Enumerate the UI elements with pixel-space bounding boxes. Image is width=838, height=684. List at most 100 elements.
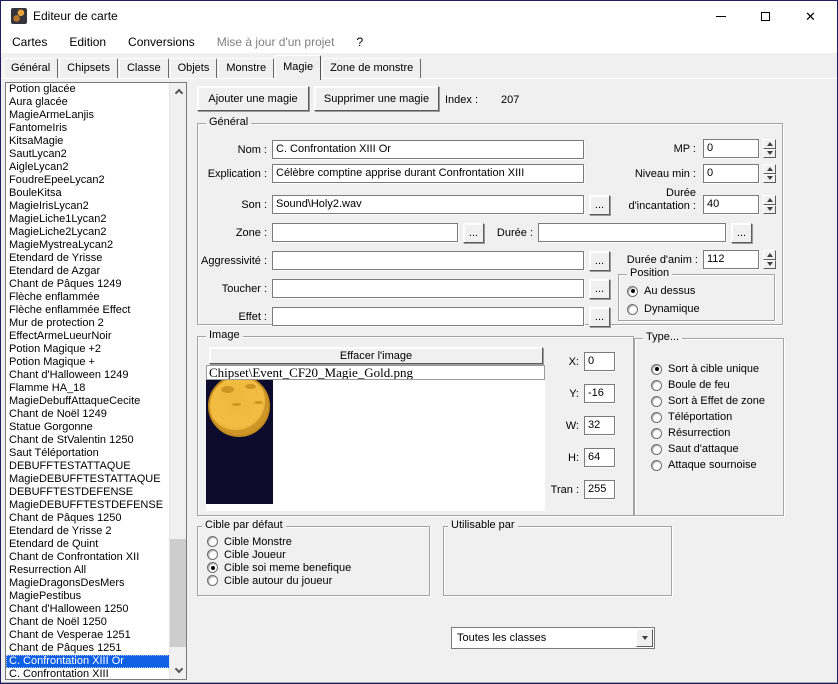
- list-item[interactable]: MagieDEBUFFTESTATTAQUE: [6, 473, 186, 486]
- dropdown-button[interactable]: [636, 629, 653, 647]
- radio-option[interactable]: Boule de feu: [651, 377, 765, 393]
- menu-item[interactable]: Cartes: [1, 33, 58, 51]
- list-item[interactable]: Chant de Pâques 1250: [6, 512, 186, 525]
- tab-classe[interactable]: Classe: [119, 58, 169, 78]
- list-item[interactable]: SautLycan2: [6, 148, 186, 161]
- spinner-up-button[interactable]: [763, 250, 776, 260]
- list-item[interactable]: Potion Magique +: [6, 356, 186, 369]
- list-item[interactable]: Flèche enflammée: [6, 291, 186, 304]
- effet-browse-button[interactable]: ...: [589, 307, 610, 327]
- spinner-up-button[interactable]: [763, 195, 776, 205]
- clear-image-button[interactable]: Effacer l'image: [209, 347, 543, 364]
- toucher-input[interactable]: [272, 279, 584, 298]
- list-item[interactable]: DEBUFFTESTATTAQUE: [6, 460, 186, 473]
- x-input[interactable]: 0: [584, 352, 615, 371]
- radio-option[interactable]: Sort à Effet de zone: [651, 393, 765, 409]
- radio-option[interactable]: Attaque sournoise: [651, 457, 765, 473]
- list-item[interactable]: DEBUFFTESTDEFENSE: [6, 486, 186, 499]
- scroll-up-button[interactable]: [170, 83, 187, 100]
- list-item[interactable]: Etendard de Yrisse 2: [6, 525, 186, 538]
- niveau-min-input[interactable]: 0: [703, 164, 759, 183]
- image-filename[interactable]: Chipset\Event_CF20_Magie_Gold.png: [206, 365, 545, 380]
- y-input[interactable]: -16: [584, 384, 615, 403]
- spinner-up-button[interactable]: [763, 164, 776, 174]
- tab-g-n-ral[interactable]: Général: [3, 58, 58, 78]
- delete-magic-button[interactable]: Supprimer une magie: [314, 86, 439, 111]
- radio-option[interactable]: Résurrection: [651, 425, 765, 441]
- spell-list[interactable]: Potion glacéeAura glacéeMagieArmeLanjisF…: [5, 82, 187, 680]
- list-item[interactable]: MagiePestibus: [6, 590, 186, 603]
- spinner-up-button[interactable]: [763, 139, 776, 149]
- spinner-down-button[interactable]: [763, 260, 776, 270]
- list-item[interactable]: KitsaMagie: [6, 135, 186, 148]
- radio-option[interactable]: Téléportation: [651, 409, 765, 425]
- list-item[interactable]: MagieDragonsDesMers: [6, 577, 186, 590]
- list-item[interactable]: Chant de Pâques 1251: [6, 642, 186, 655]
- list-item[interactable]: MagieMystreaLycan2: [6, 239, 186, 252]
- list-item[interactable]: FantomeIris: [6, 122, 186, 135]
- spinner-down-button[interactable]: [763, 205, 776, 215]
- list-item[interactable]: Chant de Noël 1249: [6, 408, 186, 421]
- list-item[interactable]: Chant de Vesperae 1251: [6, 629, 186, 642]
- list-item[interactable]: Flamme HA_18: [6, 382, 186, 395]
- duree-input[interactable]: [538, 223, 726, 242]
- list-item[interactable]: MagieLiche1Lycan2: [6, 213, 186, 226]
- list-item[interactable]: MagieArmeLanjis: [6, 109, 186, 122]
- duree-anim-input[interactable]: 112: [703, 250, 759, 269]
- mp-input[interactable]: 0: [703, 139, 759, 158]
- tab-zone-de-monstre[interactable]: Zone de monstre: [322, 58, 421, 78]
- list-item[interactable]: Flèche enflammée Effect: [6, 304, 186, 317]
- radio-option[interactable]: Dynamique: [627, 300, 700, 318]
- tab-chipsets[interactable]: Chipsets: [59, 58, 118, 78]
- explication-input[interactable]: Célèbre comptine apprise durant Confront…: [272, 164, 584, 183]
- nom-input[interactable]: C. Confrontation XIII Or: [272, 140, 584, 159]
- list-item[interactable]: Mur de protection 2: [6, 317, 186, 330]
- list-item[interactable]: MagieLiche2Lycan2: [6, 226, 186, 239]
- zone-browse-button[interactable]: ...: [463, 223, 484, 243]
- list-item[interactable]: Chant d'Halloween 1249: [6, 369, 186, 382]
- menu-item[interactable]: Edition: [58, 33, 117, 51]
- radio-option[interactable]: Sort à cible unique: [651, 361, 765, 377]
- list-item[interactable]: FoudreEpeeLycan2: [6, 174, 186, 187]
- list-item[interactable]: Aura glacée: [6, 96, 186, 109]
- list-item[interactable]: Potion glacée: [6, 83, 186, 96]
- scroll-down-button[interactable]: [170, 662, 187, 679]
- list-item[interactable]: Statue Gorgonne: [6, 421, 186, 434]
- list-item[interactable]: Potion Magique +2: [6, 343, 186, 356]
- list-item[interactable]: EffectArmeLueurNoir: [6, 330, 186, 343]
- h-input[interactable]: 64: [584, 448, 615, 467]
- tran-input[interactable]: 255: [584, 480, 615, 499]
- menu-item[interactable]: Conversions: [117, 33, 206, 51]
- list-item[interactable]: Saut Téléportation: [6, 447, 186, 460]
- spinner-down-button[interactable]: [763, 149, 776, 159]
- list-item[interactable]: AigleLycan2: [6, 161, 186, 174]
- list-item[interactable]: Chant d'Halloween 1250: [6, 603, 186, 616]
- spinner-down-button[interactable]: [763, 174, 776, 184]
- list-item[interactable]: Chant de StValentin 1250: [6, 434, 186, 447]
- minimize-button[interactable]: [698, 1, 743, 31]
- list-item[interactable]: Chant de Pâques 1249: [6, 278, 186, 291]
- duree-browse-button[interactable]: ...: [731, 223, 752, 243]
- spell-list-scrollbar[interactable]: [169, 83, 186, 679]
- list-item[interactable]: MagieIrisLycan2: [6, 200, 186, 213]
- list-item[interactable]: MagieDEBUFFTESTDEFENSE: [6, 499, 186, 512]
- list-item[interactable]: Resurrection All: [6, 564, 186, 577]
- zone-input[interactable]: [272, 223, 458, 242]
- list-item[interactable]: C. Confrontation XIII: [6, 668, 186, 680]
- duree-incantation-input[interactable]: 40: [703, 195, 759, 214]
- list-item[interactable]: Chant de Confrontation XII: [6, 551, 186, 564]
- radio-option[interactable]: Cible Monstre: [207, 535, 351, 548]
- toucher-browse-button[interactable]: ...: [589, 279, 610, 299]
- aggressivite-input[interactable]: [272, 251, 584, 270]
- tab-monstre[interactable]: Monstre: [218, 58, 274, 78]
- tab-objets[interactable]: Objets: [170, 58, 218, 78]
- list-item[interactable]: Etendard de Quint: [6, 538, 186, 551]
- maximize-button[interactable]: [743, 1, 788, 31]
- list-item[interactable]: Etendard de Yrisse: [6, 252, 186, 265]
- add-magic-button[interactable]: Ajouter une magie: [197, 86, 309, 111]
- list-item[interactable]: MagieDebuffAttaqueCecite: [6, 395, 186, 408]
- son-input[interactable]: Sound\Holy2.wav: [272, 195, 584, 214]
- list-item[interactable]: Chant de Noël 1250: [6, 616, 186, 629]
- menu-item[interactable]: ?: [345, 33, 374, 51]
- w-input[interactable]: 32: [584, 416, 615, 435]
